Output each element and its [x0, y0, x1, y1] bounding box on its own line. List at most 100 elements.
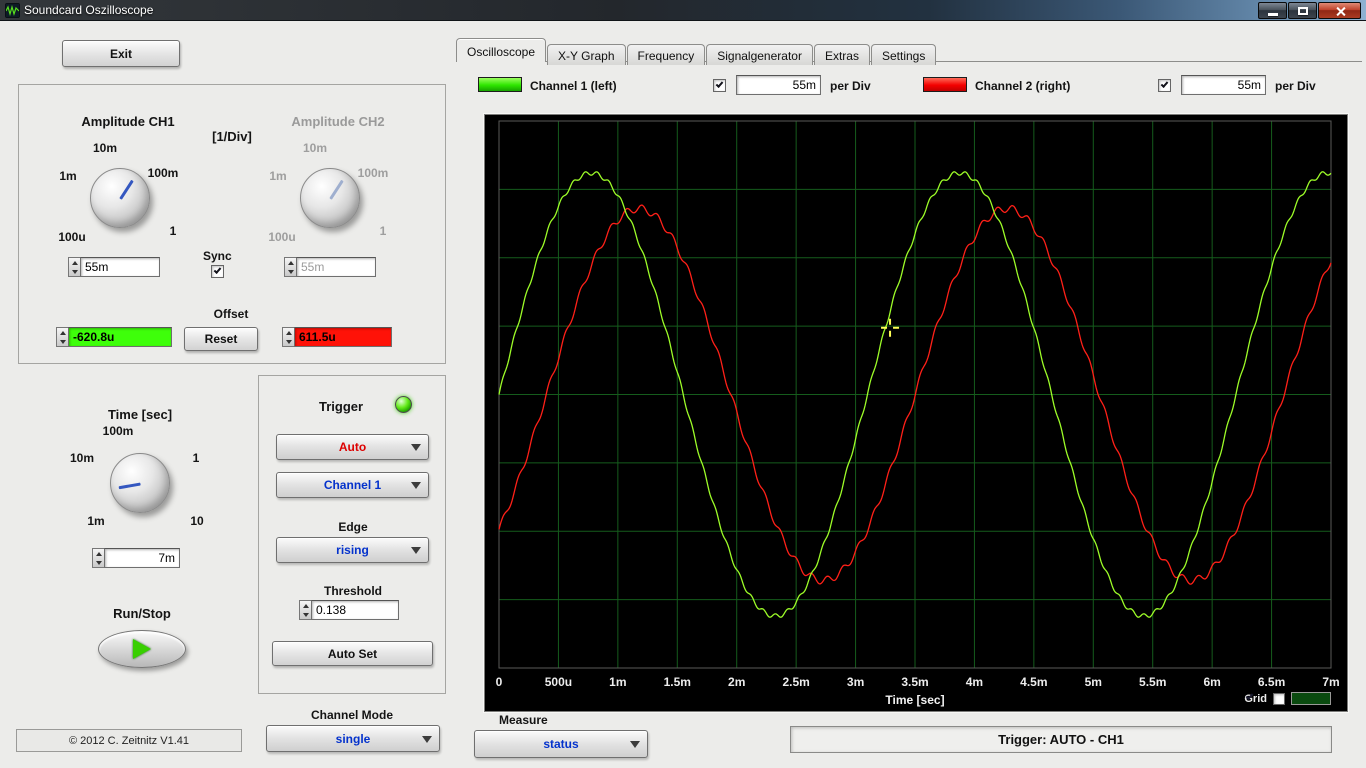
copyright-label: © 2012 C. Zeitnitz V1.41	[16, 729, 242, 752]
ch1-color-swatch	[478, 77, 522, 92]
checkmark-icon	[213, 266, 222, 274]
threshold-field[interactable]: 0.138	[311, 600, 399, 620]
spinner-up-button[interactable]	[285, 258, 296, 267]
measure-dropdown[interactable]: status	[474, 730, 648, 758]
time-knob[interactable]	[110, 453, 170, 513]
close-button[interactable]	[1318, 2, 1361, 19]
tab-oscilloscope[interactable]: Oscilloscope	[456, 38, 547, 62]
trigger-mode-dropdown[interactable]: Auto	[276, 434, 429, 460]
time-value-field[interactable]: 7m	[104, 548, 180, 568]
spinner-up-button[interactable]	[283, 328, 294, 337]
knob-tick-label: 10m	[69, 451, 95, 465]
trigger-source-dropdown[interactable]: Channel 1	[276, 472, 429, 498]
ch2-per-div-label: per Div	[1275, 79, 1316, 93]
measure-value: status	[543, 737, 579, 751]
tab-x-y-graph[interactable]: X-Y Graph	[547, 44, 626, 65]
tab-bar: Oscilloscope X-Y Graph Frequency Signalgene…	[456, 38, 937, 65]
trigger-title: Trigger	[319, 399, 364, 414]
ch1-amplitude-field[interactable]: 55m	[80, 257, 160, 277]
ch1-offset-field[interactable]: -620.8u	[68, 327, 172, 347]
knob-tick-label: 100u	[268, 230, 296, 244]
spinner-down-button[interactable]	[93, 558, 104, 567]
app-window: Soundcard Oszilloscope Exit Amplitude CH…	[0, 0, 1366, 768]
play-icon	[133, 639, 151, 659]
x-axis-label: Time [sec]	[885, 693, 945, 707]
caption-buttons	[1258, 2, 1361, 19]
knob-tick-label: 1m	[87, 514, 105, 528]
grid-checkbox[interactable]	[1246, 692, 1285, 705]
time-knob-area: 100m 10m 1 1m 10	[69, 424, 210, 555]
spinner-up-button[interactable]	[57, 328, 68, 337]
spinner	[92, 548, 104, 568]
spinner-up-button[interactable]	[300, 601, 311, 610]
chevron-down-icon	[411, 547, 421, 554]
spinner-down-button[interactable]	[283, 337, 294, 346]
spinner-up-button[interactable]	[69, 258, 80, 267]
checkmark-icon	[1160, 80, 1169, 88]
knob-tick-label: 1m	[269, 169, 287, 183]
amplitude-ch2-knob[interactable]	[300, 168, 360, 228]
knob-tick-label: 100m	[357, 166, 389, 180]
spinner-down-button[interactable]	[285, 267, 296, 276]
knob-tick-label: 100m	[102, 424, 134, 438]
spinner	[56, 327, 68, 347]
knob-needle	[119, 179, 134, 200]
knob-tick-label: 1	[169, 224, 177, 238]
spinner-down-button[interactable]	[300, 610, 311, 619]
offset-reset-button[interactable]: Reset	[184, 327, 258, 351]
maximize-button[interactable]	[1288, 2, 1317, 19]
oscilloscope-display[interactable]: 0 500u 1m 1.5m 2m 2.5m 3m 3.5m 4m 4.5m 5m 5.5m 6m 6.5…	[484, 114, 1348, 712]
channel-mode-dropdown[interactable]: single	[266, 725, 440, 752]
spinner	[299, 600, 311, 620]
ch2-color-swatch	[923, 77, 967, 92]
trigger-status-bar: Trigger: AUTO - CH1	[790, 726, 1332, 753]
threshold-label: Threshold	[323, 584, 382, 598]
ch2-enable-checkbox[interactable]	[1158, 79, 1171, 92]
knob-tick-label: 1m	[59, 169, 77, 183]
auto-set-button[interactable]: Auto Set	[272, 641, 433, 666]
checkmark-icon	[715, 80, 724, 88]
threshold-control: 0.138	[299, 600, 399, 620]
grid-color-swatch	[1291, 692, 1331, 705]
per-div-unit-label: [1/Div]	[212, 129, 252, 144]
ch2-amplitude-field[interactable]: 55m	[296, 257, 376, 277]
ch2-offset-field[interactable]: 611.5u	[294, 327, 392, 347]
spinner	[282, 327, 294, 347]
scope-plot	[498, 120, 1332, 669]
amplitude-ch1-knob[interactable]	[90, 168, 150, 228]
knob-tick-label: 10m	[302, 141, 328, 155]
ch1-enable-checkbox[interactable]	[713, 79, 726, 92]
spinner-down-button[interactable]	[57, 337, 68, 346]
ch1-per-div-field[interactable]: 55m	[736, 75, 821, 95]
channel-mode-value: single	[335, 731, 371, 746]
offset-label: Offset	[213, 307, 249, 321]
spinner-down-button[interactable]	[69, 267, 80, 276]
tab-signalgenerator[interactable]: Signalgenerator	[706, 44, 813, 65]
app-icon	[5, 3, 20, 18]
ch1-per-div-label: per Div	[830, 79, 871, 93]
tab-settings[interactable]: Settings	[870, 44, 937, 65]
knob-tick-label: 100m	[147, 166, 179, 180]
trigger-led-indicator	[395, 396, 412, 413]
exit-button[interactable]: Exit	[62, 40, 180, 67]
ch2-per-div-field[interactable]: 55m	[1181, 75, 1266, 95]
run-stop-button[interactable]	[98, 630, 186, 668]
chevron-down-icon	[630, 741, 640, 748]
amplitude-ch2-title: Amplitude CH2	[291, 114, 385, 129]
spinner-up-button[interactable]	[93, 549, 104, 558]
trigger-source-value: Channel 1	[323, 478, 382, 492]
trigger-edge-dropdown[interactable]: rising	[276, 537, 429, 563]
tab-frequency[interactable]: Frequency	[626, 44, 706, 65]
chevron-down-icon	[411, 444, 421, 451]
tab-extras[interactable]: Extras	[813, 44, 870, 65]
spinner	[284, 257, 296, 277]
spinner	[68, 257, 80, 277]
ch2-label: Channel 2 (right)	[975, 79, 1071, 93]
run-stop-label: Run/Stop	[113, 606, 171, 621]
knob-tick-label: 1	[379, 224, 387, 238]
minimize-button[interactable]	[1258, 2, 1287, 19]
trigger-edge-value: rising	[336, 543, 369, 557]
sync-checkbox[interactable]	[211, 265, 224, 278]
measure-label: Measure	[499, 713, 548, 727]
title-bar[interactable]: Soundcard Oszilloscope	[0, 0, 1366, 21]
